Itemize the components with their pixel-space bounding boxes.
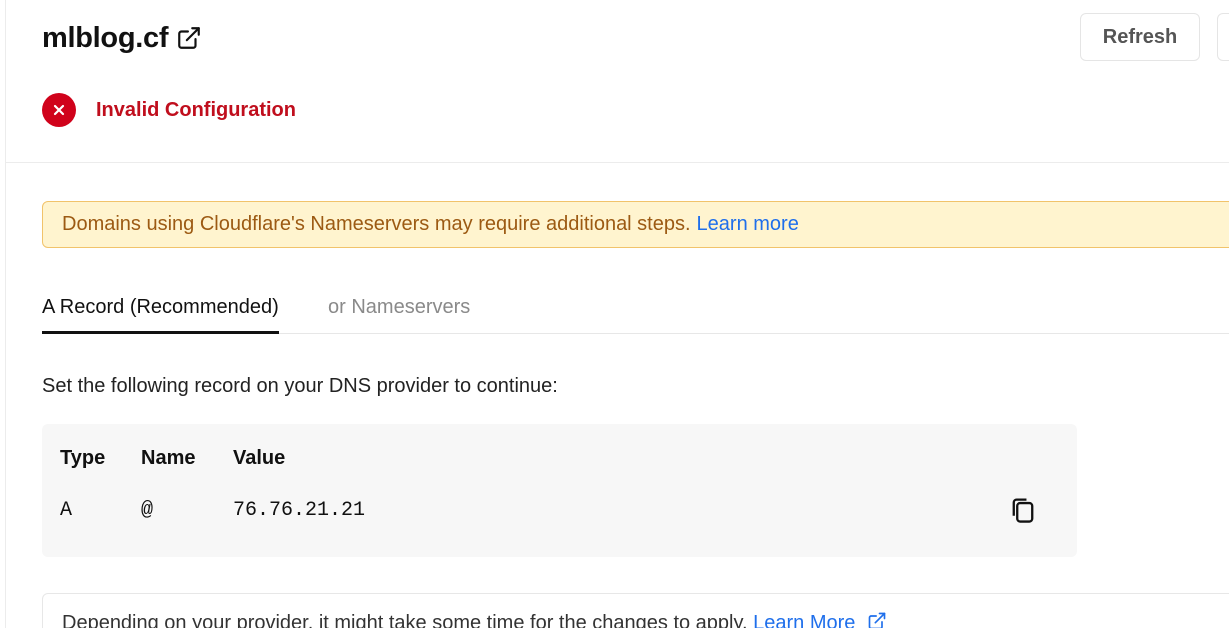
instruction-text: Set the following record on your DNS pro… <box>42 375 558 397</box>
notice-learn-more-link[interactable]: Learn more <box>697 213 799 236</box>
copy-icon[interactable] <box>1008 494 1038 526</box>
name-header: Name <box>141 447 196 469</box>
error-circle-icon <box>42 93 76 127</box>
status-text: Invalid Configuration <box>96 98 296 121</box>
refresh-button[interactable]: Refresh <box>1080 13 1200 61</box>
cloudflare-notice: Domains using Cloudflare's Nameservers m… <box>42 201 1229 248</box>
external-link-icon[interactable] <box>176 25 202 51</box>
type-header: Type <box>60 447 106 469</box>
record-tabs: A Record (Recommended) or Nameservers <box>42 292 1229 334</box>
domain-config-panel: mlblog.cf Refresh Invalid Configuration … <box>0 0 1229 628</box>
tab-nameservers[interactable]: or Nameservers <box>328 292 470 334</box>
tab-a-record[interactable]: A Record (Recommended) <box>42 292 279 334</box>
section-divider <box>6 162 1229 163</box>
left-border <box>5 0 6 628</box>
dns-record-card: Type Name Value A @ 76.76.21.21 <box>42 424 1077 557</box>
status-row: Invalid Configuration <box>42 92 296 128</box>
domain-title: mlblog.cf <box>42 21 169 54</box>
header: mlblog.cf <box>42 18 202 58</box>
record-value: 76.76.21.21 <box>233 499 366 522</box>
footer-learn-more-link[interactable]: Learn More <box>753 612 855 628</box>
record-name: @ <box>141 499 154 522</box>
edit-button[interactable] <box>1217 13 1229 61</box>
footer-text: Depending on your provider, it might tak… <box>62 612 748 628</box>
propagation-note: Depending on your provider, it might tak… <box>42 593 1229 628</box>
record-type: A <box>60 499 73 522</box>
value-header: Value <box>233 447 286 469</box>
notice-text: Domains using Cloudflare's Nameservers m… <box>62 213 691 235</box>
external-link-icon[interactable] <box>867 611 887 628</box>
